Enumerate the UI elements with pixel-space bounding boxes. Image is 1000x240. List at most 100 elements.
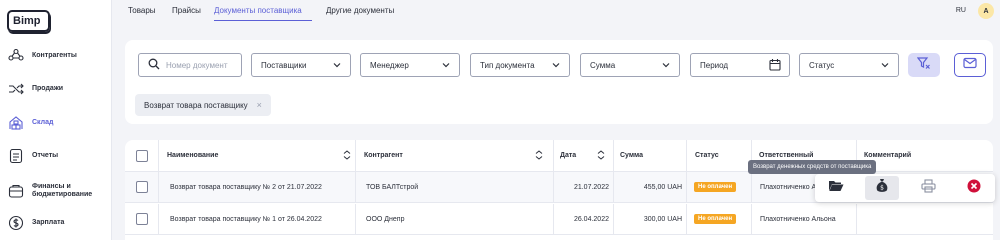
sidebar: Bimp Контрагенты Продажи Склад Отчеты Фи… <box>0 0 112 240</box>
salary-icon <box>7 214 25 232</box>
search-icon <box>148 58 160 72</box>
refund-from-supplier-button[interactable]: $ <box>865 176 899 200</box>
checkbox[interactable] <box>136 181 148 193</box>
chip-close-icon[interactable]: × <box>257 100 262 110</box>
header-contractor[interactable]: Контрагент <box>364 140 549 171</box>
active-filter-chip-label: Возврат товара поставщику <box>144 100 248 110</box>
header-sum[interactable]: Сумма <box>620 140 680 171</box>
manager-select-label: Менеджер <box>370 60 409 70</box>
status-select-label: Статус <box>809 60 835 70</box>
folder-icon <box>828 179 844 197</box>
status-badge: Не оплачен <box>694 214 737 224</box>
chevron-down-icon <box>332 60 342 72</box>
sidebar-item-sales[interactable]: Продажи <box>7 78 109 100</box>
search-placeholder: Номер документ <box>166 60 228 70</box>
header-comment-label: Комментарий <box>864 152 912 159</box>
supplier-select-label: Поставщики <box>261 60 307 70</box>
active-filter-chip: Возврат товара поставщику × <box>135 94 271 116</box>
cell-date: 21.07.2022 <box>573 183 609 191</box>
header-name-label: Наименование <box>167 152 219 159</box>
header-comment[interactable]: Комментарий <box>864 140 954 171</box>
search-input[interactable]: Номер документ <box>138 53 242 77</box>
tab-supplier-documents[interactable]: Документы поставщика <box>214 6 302 15</box>
reports-icon <box>7 147 25 165</box>
app-logo[interactable]: Bimp <box>7 10 50 32</box>
manager-select[interactable]: Менеджер <box>360 53 460 77</box>
avatar[interactable]: A <box>978 3 994 19</box>
cell-contractor: ООО Днепр <box>366 215 405 223</box>
header-contractor-label: Контрагент <box>364 152 403 159</box>
sidebar-item-label: Склад <box>32 119 54 126</box>
sidebar-item-label: Зарплата <box>32 219 65 226</box>
clear-filters-button[interactable] <box>908 53 940 77</box>
active-tab-indicator <box>214 20 312 21</box>
cell-status: Не оплачен <box>694 172 744 202</box>
cell-date: 26.04.2022 <box>573 215 609 223</box>
chevron-down-icon <box>661 60 671 72</box>
cell-contractor: ТОВ БАЛТстрой <box>366 183 419 191</box>
header-responsible-label: Ответственный <box>759 152 814 159</box>
contractors-icon <box>7 47 25 65</box>
tab-prices[interactable]: Прайсы <box>172 6 201 15</box>
header-date-label: Дата <box>560 152 577 159</box>
top-tabs-bar: Товары Прайсы Документы поставщика Други… <box>112 0 1000 24</box>
filter-panel: Номер документ Поставщики Менеджер Тип д… <box>125 40 993 124</box>
header-date[interactable]: Дата <box>560 140 611 171</box>
action-tooltip: Возврат денежных средств от поставщика <box>748 160 877 174</box>
calendar-icon <box>769 58 781 73</box>
document-type-select-label: Тип документа <box>480 60 535 70</box>
open-folder-button[interactable] <box>819 176 853 200</box>
period-picker-label: Период <box>700 60 729 70</box>
chevron-down-icon <box>551 60 561 72</box>
sales-icon <box>7 80 25 98</box>
sort-icon[interactable] <box>597 149 605 162</box>
header-status[interactable]: Статус <box>695 140 745 171</box>
delete-icon <box>967 179 981 198</box>
row-actions-panel: $ <box>815 174 995 202</box>
sum-select-label: Сумма <box>590 60 616 70</box>
sidebar-item-label: Отчеты <box>32 152 59 159</box>
sidebar-item-label: Продажи <box>32 85 64 92</box>
table-row[interactable]: Возврат товара поставщику № 1 от 26.04.2… <box>125 204 993 235</box>
delete-button[interactable] <box>957 176 991 200</box>
money-bag-icon: $ <box>876 178 888 198</box>
filter-clear-icon <box>916 56 931 75</box>
header-name[interactable]: Наименование <box>167 140 357 171</box>
status-select[interactable]: Статус <box>799 53 899 77</box>
sidebar-item-reports[interactable]: Отчеты <box>7 145 109 167</box>
sidebar-item-label: Финансы и бюджетирование <box>32 183 93 198</box>
cell-sum: 300,00 UAH <box>643 215 682 223</box>
sidebar-item-warehouse[interactable]: Склад <box>7 112 109 134</box>
tab-products[interactable]: Товары <box>128 6 156 15</box>
status-badge: Не оплачен <box>694 182 737 192</box>
mail-icon <box>963 56 977 74</box>
sort-icon[interactable] <box>535 149 543 162</box>
tab-other-documents[interactable]: Другие документы <box>326 6 394 15</box>
row-checkbox[interactable] <box>136 172 150 202</box>
printer-icon <box>920 178 936 198</box>
select-all-checkbox[interactable] <box>136 140 150 171</box>
cell-name[interactable]: Возврат товара поставщику № 1 от 26.04.2… <box>170 204 355 234</box>
chevron-down-icon <box>441 60 451 72</box>
row-checkbox[interactable] <box>136 204 150 234</box>
cell-status: Не оплачен <box>694 204 744 234</box>
cell-sum: 455,00 UAH <box>643 183 682 191</box>
chevron-down-icon <box>880 60 890 72</box>
sum-select[interactable]: Сумма <box>580 53 680 77</box>
supplier-select[interactable]: Поставщики <box>251 53 351 77</box>
checkbox[interactable] <box>136 149 148 162</box>
checkbox[interactable] <box>136 213 148 225</box>
cell-name[interactable]: Возврат товара поставщику № 2 от 21.07.2… <box>170 172 355 202</box>
header-sum-label: Сумма <box>620 152 644 159</box>
document-type-select[interactable]: Тип документа <box>470 53 570 77</box>
sidebar-item-salary[interactable]: Зарплата <box>7 212 109 234</box>
sidebar-item-label: Контрагенты <box>32 52 77 59</box>
period-picker[interactable]: Период <box>690 53 790 77</box>
svg-text:$: $ <box>880 185 884 192</box>
print-button[interactable] <box>911 176 945 200</box>
email-button[interactable] <box>954 53 986 77</box>
language-switcher[interactable]: RU <box>956 7 966 14</box>
sidebar-item-contractors[interactable]: Контрагенты <box>7 45 109 67</box>
sort-icon[interactable] <box>343 149 351 162</box>
sidebar-item-finance[interactable]: Финансы и бюджетирование <box>7 180 109 202</box>
